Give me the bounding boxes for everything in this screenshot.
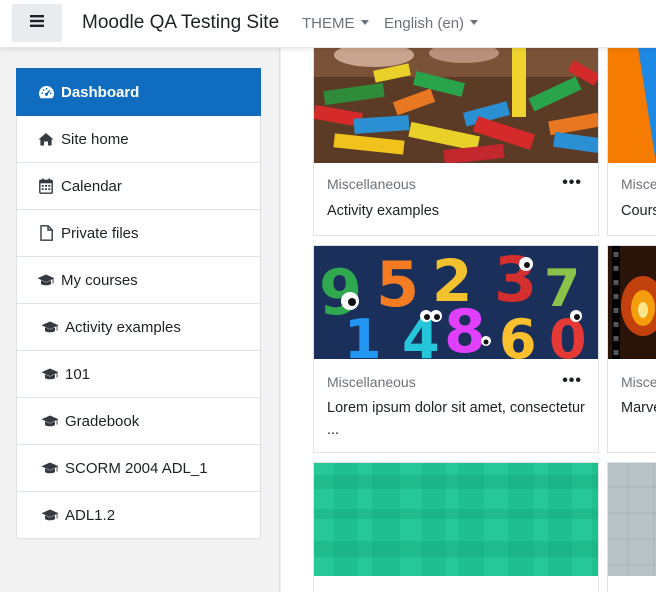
green-pattern-image — [314, 463, 598, 576]
nav-item-label: Dashboard — [61, 83, 140, 101]
graduation-cap-icon — [41, 460, 59, 476]
svg-text:1: 1 — [344, 308, 382, 359]
hamburger-icon — [30, 14, 44, 32]
orange-pattern-image — [608, 48, 656, 163]
nav-item-course-101[interactable]: 101 — [16, 351, 261, 398]
chevron-down-icon — [360, 20, 369, 26]
nav-item-label: Site home — [61, 130, 129, 148]
nav-item-label: ADL1.2 — [65, 506, 116, 524]
home-icon — [37, 131, 55, 147]
nav-list: Dashboard Site home Calendar Private fil… — [16, 68, 261, 539]
nav-item-label: SCORM 2004 ADL_1 — [65, 459, 208, 477]
theme-menu[interactable]: THEME — [302, 15, 369, 32]
course-card[interactable]: 9 5 2 3 7 1 4 8 6 0 Miscellaneous ••• Lo… — [313, 245, 599, 453]
course-card[interactable]: Misce Cours — [607, 48, 656, 236]
chevron-down-icon — [470, 20, 479, 26]
nav-item-label: Gradebook — [65, 412, 140, 430]
course-name[interactable]: Marve — [621, 397, 656, 419]
nav-item-label: 101 — [65, 365, 91, 383]
course-overview: Miscellaneous ••• Activity examples Misc… — [281, 48, 656, 592]
cartoon-numbers-image: 9 5 2 3 7 1 4 8 6 0 — [314, 246, 598, 359]
calendar-icon — [37, 178, 55, 194]
svg-text:6: 6 — [499, 308, 537, 359]
dashboard-icon — [37, 84, 55, 100]
course-image[interactable] — [314, 48, 598, 163]
course-card[interactable] — [313, 462, 599, 592]
course-image[interactable]: 9 5 2 3 7 1 4 8 6 0 — [314, 246, 598, 359]
more-options-icon[interactable]: ••• — [562, 175, 582, 191]
drawer-toggle-button[interactable] — [12, 4, 62, 42]
file-icon — [37, 225, 55, 241]
graduation-cap-icon — [37, 272, 55, 288]
nav-drawer: Dashboard Site home Calendar Private fil… — [0, 48, 280, 592]
site-title[interactable]: Moodle QA Testing Site — [82, 12, 279, 34]
grey-pattern-image — [608, 463, 656, 576]
course-card[interactable]: Misce Marve — [607, 245, 656, 453]
nav-item-course-scorm[interactable]: SCORM 2004 ADL_1 — [16, 445, 261, 492]
nav-item-my-courses[interactable]: My courses — [16, 257, 261, 304]
course-image[interactable] — [314, 463, 598, 576]
nav-item-label: My courses — [61, 271, 138, 289]
course-category: Misce — [621, 176, 656, 192]
film-strip-image — [608, 246, 656, 359]
course-name[interactable]: Lorem ipsum dolor sit amet, consectetur … — [327, 397, 587, 441]
nav-item-dashboard[interactable]: Dashboard — [16, 68, 261, 116]
nav-item-label: Calendar — [61, 177, 122, 195]
course-card[interactable] — [607, 462, 656, 592]
course-category: Miscellaneous — [327, 176, 416, 192]
course-name[interactable]: Activity examples — [327, 200, 587, 222]
top-navbar: Moodle QA Testing Site THEME English (en… — [0, 0, 656, 48]
nav-item-label: Private files — [61, 224, 139, 242]
graduation-cap-icon — [41, 319, 59, 335]
graduation-cap-icon — [41, 366, 59, 382]
nav-item-course-gradebook[interactable]: Gradebook — [16, 398, 261, 445]
nav-item-calendar[interactable]: Calendar — [16, 163, 261, 210]
course-category: Misce — [621, 374, 656, 390]
course-category: Miscellaneous — [327, 374, 416, 390]
nav-item-label: Activity examples — [65, 318, 181, 336]
wooden-blocks-image — [314, 48, 598, 163]
course-card[interactable]: Miscellaneous ••• Activity examples — [313, 48, 599, 236]
nav-item-course-adl12[interactable]: ADL1.2 — [16, 492, 261, 539]
svg-text:3: 3 — [494, 246, 537, 316]
course-image[interactable] — [608, 463, 656, 576]
course-image[interactable] — [608, 48, 656, 163]
svg-text:8: 8 — [444, 297, 486, 359]
nav-item-course-activity-examples[interactable]: Activity examples — [16, 304, 261, 351]
language-menu-label: English (en) — [384, 15, 465, 32]
more-options-icon[interactable]: ••• — [562, 373, 582, 389]
course-name[interactable]: Cours — [621, 200, 656, 222]
nav-item-private-files[interactable]: Private files — [16, 210, 261, 257]
graduation-cap-icon — [41, 413, 59, 429]
graduation-cap-icon — [41, 507, 59, 523]
theme-menu-label: THEME — [302, 15, 355, 32]
course-image[interactable] — [608, 246, 656, 359]
language-menu[interactable]: English (en) — [384, 15, 479, 32]
nav-item-site-home[interactable]: Site home — [16, 116, 261, 163]
